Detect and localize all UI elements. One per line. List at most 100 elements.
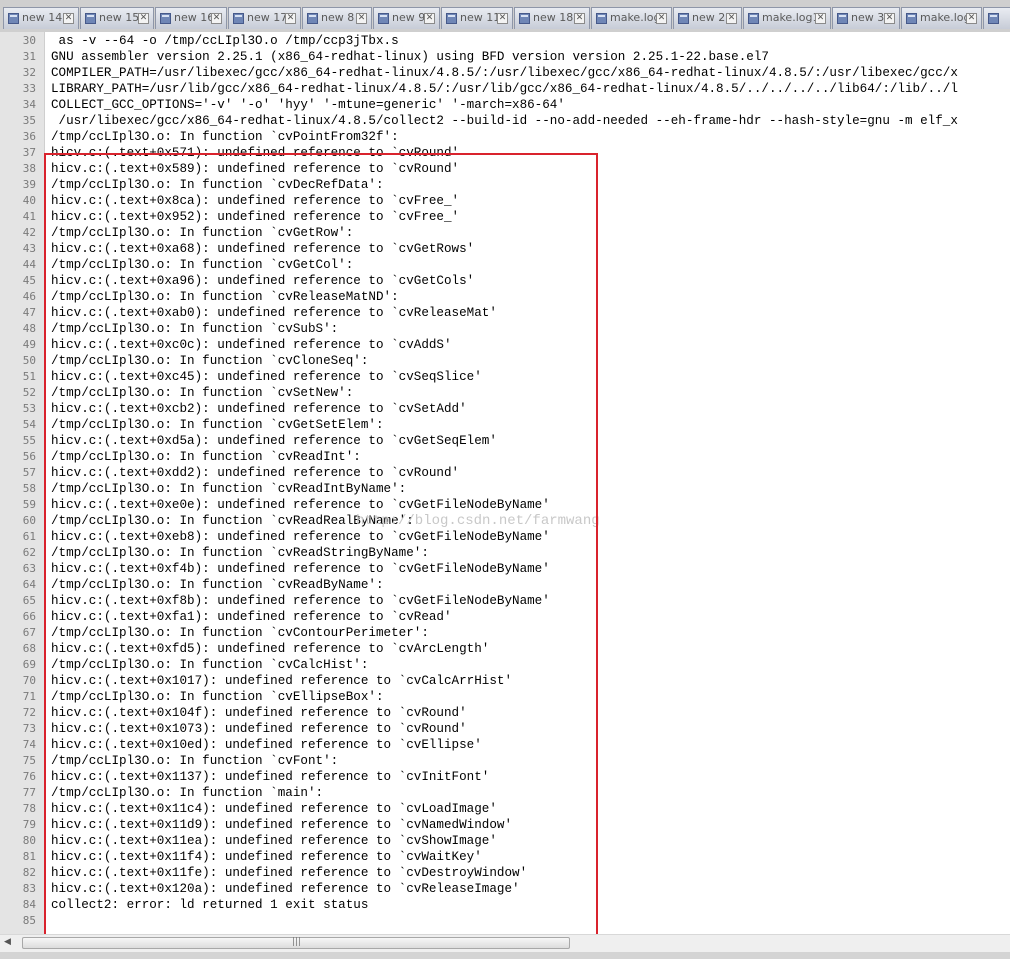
line-number: 30: [22, 34, 36, 47]
close-icon[interactable]: ✕: [726, 13, 737, 24]
code-line[interactable]: COLLECT_GCC_OPTIONS='-v' '-o' 'hyy' '-mt…: [51, 97, 565, 113]
line-number: 61: [22, 530, 36, 543]
highlight-box: [44, 153, 598, 951]
tab-label: new 18: [533, 11, 574, 24]
line-number-gutter: 30 31 32 33 34 35 36 37 38 39 40 41 42 43 44 45 46 47 48 49…: [0, 32, 45, 934]
code-line[interactable]: as -v --64 -o /tmp/ccLIpl3O.o /tmp/ccp3j…: [51, 33, 399, 49]
line-number: 47: [22, 306, 36, 319]
line-number: 54: [22, 418, 36, 431]
file-icon: [85, 13, 96, 24]
line-number: 60: [22, 514, 36, 527]
tab-5[interactable]: new 9 ✕: [373, 7, 440, 29]
close-icon[interactable]: ✕: [497, 13, 508, 24]
file-icon: [678, 13, 689, 24]
close-icon[interactable]: ✕: [966, 13, 977, 24]
line-number: 79: [22, 818, 36, 831]
tab-overflow[interactable]: [983, 7, 1010, 29]
line-number: 42: [22, 226, 36, 239]
tab-0[interactable]: new 14 ✕: [3, 7, 79, 29]
close-icon[interactable]: ✕: [138, 13, 149, 24]
close-icon[interactable]: ✕: [63, 13, 74, 24]
tab-label: new 17: [247, 11, 288, 24]
code-line[interactable]: /tmp/ccLIpl3O.o: In function `cvPointFro…: [51, 129, 399, 145]
close-icon[interactable]: ✕: [356, 13, 367, 24]
tab-label: make.log1: [762, 11, 820, 24]
line-number: 50: [22, 354, 36, 367]
line-number: 71: [22, 690, 36, 703]
line-number: 59: [22, 498, 36, 511]
line-number: 76: [22, 770, 36, 783]
line-number: 70: [22, 674, 36, 687]
line-number: 66: [22, 610, 36, 623]
line-number: 72: [22, 706, 36, 719]
line-number: 45: [22, 274, 36, 287]
line-number: 56: [22, 450, 36, 463]
line-number: 36: [22, 130, 36, 143]
line-number: 75: [22, 754, 36, 767]
tab-8[interactable]: make.log ✕: [591, 7, 672, 29]
close-icon[interactable]: ✕: [424, 13, 435, 24]
line-number: 69: [22, 658, 36, 671]
code-line[interactable]: LIBRARY_PATH=/usr/lib/gcc/x86_64-redhat-…: [51, 81, 958, 97]
file-icon: [906, 13, 917, 24]
tab-label: new 14: [22, 11, 63, 24]
file-icon: [988, 13, 999, 24]
tab-label: make.log: [610, 11, 661, 24]
line-number: 51: [22, 370, 36, 383]
file-icon: [596, 13, 607, 24]
file-icon: [307, 13, 318, 24]
tab-2[interactable]: new 16 ✕: [155, 7, 227, 29]
line-number: 52: [22, 386, 36, 399]
file-icon: [446, 13, 457, 24]
line-number: 84: [22, 898, 36, 911]
tab-11[interactable]: new 3 ✕: [832, 7, 900, 29]
code-line[interactable]: /usr/libexec/gcc/x86_64-redhat-linux/4.8…: [51, 113, 958, 129]
close-icon[interactable]: ✕: [656, 13, 667, 24]
line-number: 53: [22, 402, 36, 415]
scrollbar-thumb[interactable]: |||: [22, 937, 570, 949]
line-number: 41: [22, 210, 36, 223]
editor[interactable]: 30 31 32 33 34 35 36 37 38 39 40 41 42 43 44 45 46 47 48 49…: [0, 32, 1010, 951]
tab-label: new 2: [692, 11, 726, 24]
tab-label: new 11: [460, 11, 501, 24]
tab-label: new 8: [321, 11, 355, 24]
close-icon[interactable]: ✕: [574, 13, 585, 24]
line-number: 65: [22, 594, 36, 607]
line-number: 37: [22, 146, 36, 159]
close-icon[interactable]: ✕: [285, 13, 296, 24]
line-number: 74: [22, 738, 36, 751]
file-icon: [748, 13, 759, 24]
tab-label: new 16: [174, 11, 215, 24]
tab-4[interactable]: new 8 ✕: [302, 7, 372, 29]
close-icon[interactable]: ✕: [815, 13, 826, 24]
line-number: 57: [22, 466, 36, 479]
line-number: 48: [22, 322, 36, 335]
tab-1[interactable]: new 15 ✕: [80, 7, 154, 29]
line-number: 83: [22, 882, 36, 895]
line-number: 49: [22, 338, 36, 351]
tab-12[interactable]: make.log2 ✕: [901, 7, 982, 29]
tab-10[interactable]: make.log1 ✕: [743, 7, 831, 29]
tab-3[interactable]: new 17 ✕: [228, 7, 301, 29]
line-number: 81: [22, 850, 36, 863]
line-number: 78: [22, 802, 36, 815]
file-icon: [160, 13, 171, 24]
line-number: 80: [22, 834, 36, 847]
line-number: 55: [22, 434, 36, 447]
line-number: 63: [22, 562, 36, 575]
tab-7[interactable]: new 18 ✕: [514, 7, 590, 29]
line-number: 77: [22, 786, 36, 799]
line-number: 62: [22, 546, 36, 559]
file-icon: [8, 13, 19, 24]
tab-6[interactable]: new 11 ✕: [441, 7, 513, 29]
tab-9[interactable]: new 2 ✕: [673, 7, 742, 29]
horizontal-scrollbar[interactable]: ◀ |||: [0, 934, 1010, 952]
file-icon: [378, 13, 389, 24]
code-line[interactable]: GNU assembler version 2.25.1 (x86_64-red…: [51, 49, 769, 65]
arrow-left-icon[interactable]: ◀: [4, 937, 11, 947]
close-icon[interactable]: ✕: [211, 13, 222, 24]
close-icon[interactable]: ✕: [884, 13, 895, 24]
code-line[interactable]: COMPILER_PATH=/usr/libexec/gcc/x86_64-re…: [51, 65, 958, 81]
line-number: 35: [22, 114, 36, 127]
line-number: 82: [22, 866, 36, 879]
